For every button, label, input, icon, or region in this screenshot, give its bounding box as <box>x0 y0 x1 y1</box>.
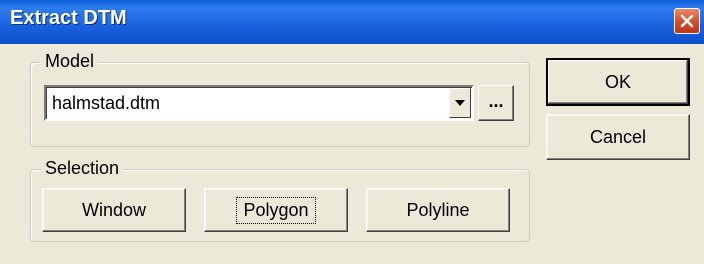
close-button[interactable] <box>674 8 700 34</box>
cancel-button-label: Cancel <box>589 126 647 147</box>
close-icon <box>680 14 694 28</box>
polygon-button[interactable]: Polygon <box>204 188 348 232</box>
ok-button-label: OK <box>604 71 631 92</box>
window-title: Extract DTM <box>10 7 127 29</box>
polyline-button-label: Polyline <box>406 199 470 220</box>
model-dropdown[interactable]: halmstad.dtm <box>44 85 474 121</box>
browse-button[interactable]: ... <box>478 85 514 121</box>
cancel-button[interactable]: Cancel <box>546 114 690 160</box>
ok-button[interactable]: OK <box>546 58 690 106</box>
polygon-button-label: Polygon <box>236 196 316 224</box>
window-button-label: Window <box>81 199 147 220</box>
polyline-button[interactable]: Polyline <box>366 188 510 232</box>
title-bar[interactable]: Extract DTM <box>0 0 704 44</box>
window-button[interactable]: Window <box>42 188 186 232</box>
extract-dtm-dialog: Extract DTM Model halmstad.dtm ... Selec… <box>0 0 704 264</box>
model-dropdown-value: halmstad.dtm <box>52 93 161 113</box>
dropdown-arrow-button[interactable] <box>449 88 471 118</box>
chevron-down-icon <box>455 100 465 106</box>
selection-group-label: Selection <box>41 158 124 179</box>
model-group-label: Model <box>41 51 99 72</box>
